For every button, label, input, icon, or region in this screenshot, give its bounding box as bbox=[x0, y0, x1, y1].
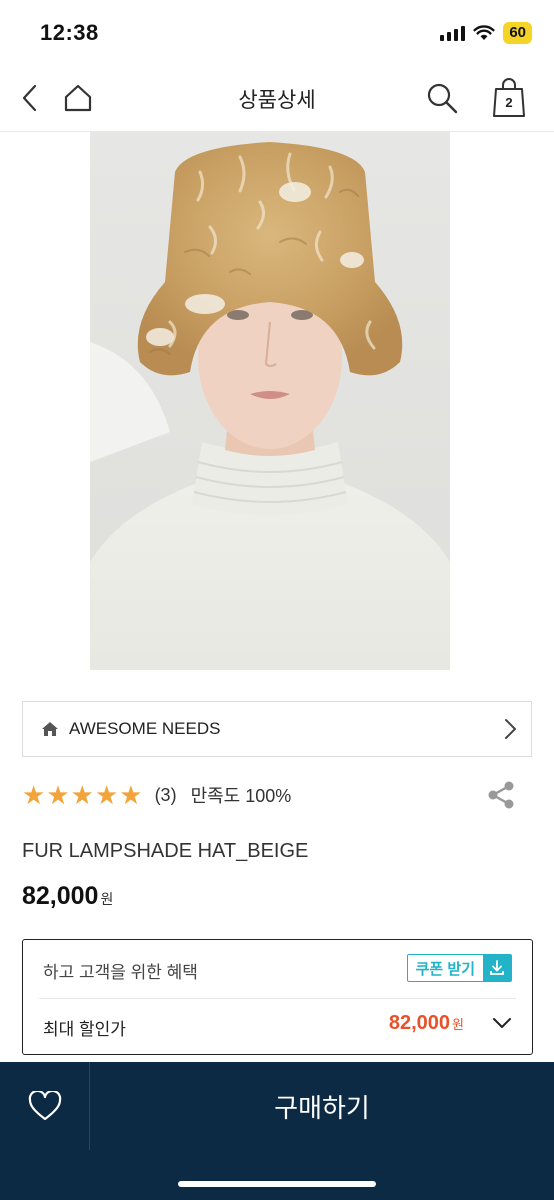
rating-stars[interactable]: ★ ★ ★ ★ ★ bbox=[22, 782, 143, 808]
status-time: 12:38 bbox=[40, 20, 99, 45]
coupon-row: 하고 고객을 위한 혜택 쿠폰 받기 bbox=[23, 940, 532, 998]
star-icon: ★ bbox=[70, 780, 94, 810]
wifi-icon bbox=[473, 25, 495, 40]
chevron-right-icon bbox=[505, 719, 516, 739]
home-icon bbox=[42, 722, 58, 736]
star-icon: ★ bbox=[46, 780, 70, 810]
cart-count-badge: 2 bbox=[505, 95, 513, 110]
product-name: FUR LAMPSHADE HAT_BEIGE bbox=[22, 840, 309, 862]
get-coupon-button[interactable]: 쿠폰 받기 bbox=[406, 954, 512, 982]
bottom-action-bar: 구매하기 bbox=[0, 1062, 554, 1150]
max-discount-price: 82,000 원 bbox=[389, 1012, 464, 1035]
heart-icon bbox=[28, 1091, 61, 1121]
search-button[interactable] bbox=[424, 80, 460, 116]
satisfaction-rate: 만족도 100% bbox=[190, 786, 292, 806]
status-icons: 60 bbox=[440, 22, 532, 44]
rating-row: ★ ★ ★ ★ ★ (3) 만족도 100% bbox=[22, 778, 532, 812]
buy-button[interactable]: 구매하기 bbox=[90, 1062, 554, 1150]
get-coupon-label: 쿠폰 받기 bbox=[415, 960, 475, 978]
status-bar: 12:38 60 bbox=[0, 0, 554, 64]
download-icon bbox=[483, 955, 511, 981]
battery-icon: 60 bbox=[503, 22, 532, 44]
divider bbox=[39, 998, 516, 999]
review-count[interactable]: (3) bbox=[155, 785, 177, 806]
product-price: 82,000 bbox=[22, 882, 99, 910]
signal-icon bbox=[440, 25, 466, 41]
share-icon bbox=[488, 781, 514, 809]
price-currency: 원 bbox=[100, 891, 114, 907]
star-icon: ★ bbox=[119, 780, 143, 810]
top-nav: 상품상세 2 bbox=[0, 64, 554, 132]
page-title: 상품상세 bbox=[238, 89, 316, 112]
chevron-down-icon bbox=[493, 1018, 511, 1028]
expand-discount-button[interactable] bbox=[492, 1016, 512, 1035]
coupon-box: 하고 고객을 위한 혜택 쿠폰 받기 최대 할인가 82,000 원 bbox=[22, 939, 533, 1055]
wishlist-button[interactable] bbox=[0, 1062, 90, 1150]
price-row: 82,000 원 bbox=[22, 882, 113, 911]
share-button[interactable] bbox=[486, 780, 516, 815]
brand-name: AWESOME NEEDS bbox=[69, 719, 221, 738]
product-photo bbox=[90, 132, 450, 670]
coupon-benefit-label: 하고 고객을 위한 혜택 bbox=[43, 963, 198, 982]
star-icon: ★ bbox=[22, 780, 46, 810]
max-discount-currency: 원 bbox=[452, 1017, 464, 1032]
product-image[interactable] bbox=[90, 132, 450, 670]
search-icon bbox=[427, 83, 458, 114]
star-icon: ★ bbox=[94, 780, 119, 810]
max-discount-value: 82,000 bbox=[388, 1012, 451, 1034]
cart-button[interactable]: 2 bbox=[490, 78, 528, 118]
max-discount-label: 최대 할인가 bbox=[43, 1020, 126, 1039]
home-indicator-area bbox=[0, 1150, 554, 1200]
brand-link[interactable]: AWESOME NEEDS bbox=[22, 701, 532, 757]
home-indicator bbox=[178, 1181, 376, 1187]
